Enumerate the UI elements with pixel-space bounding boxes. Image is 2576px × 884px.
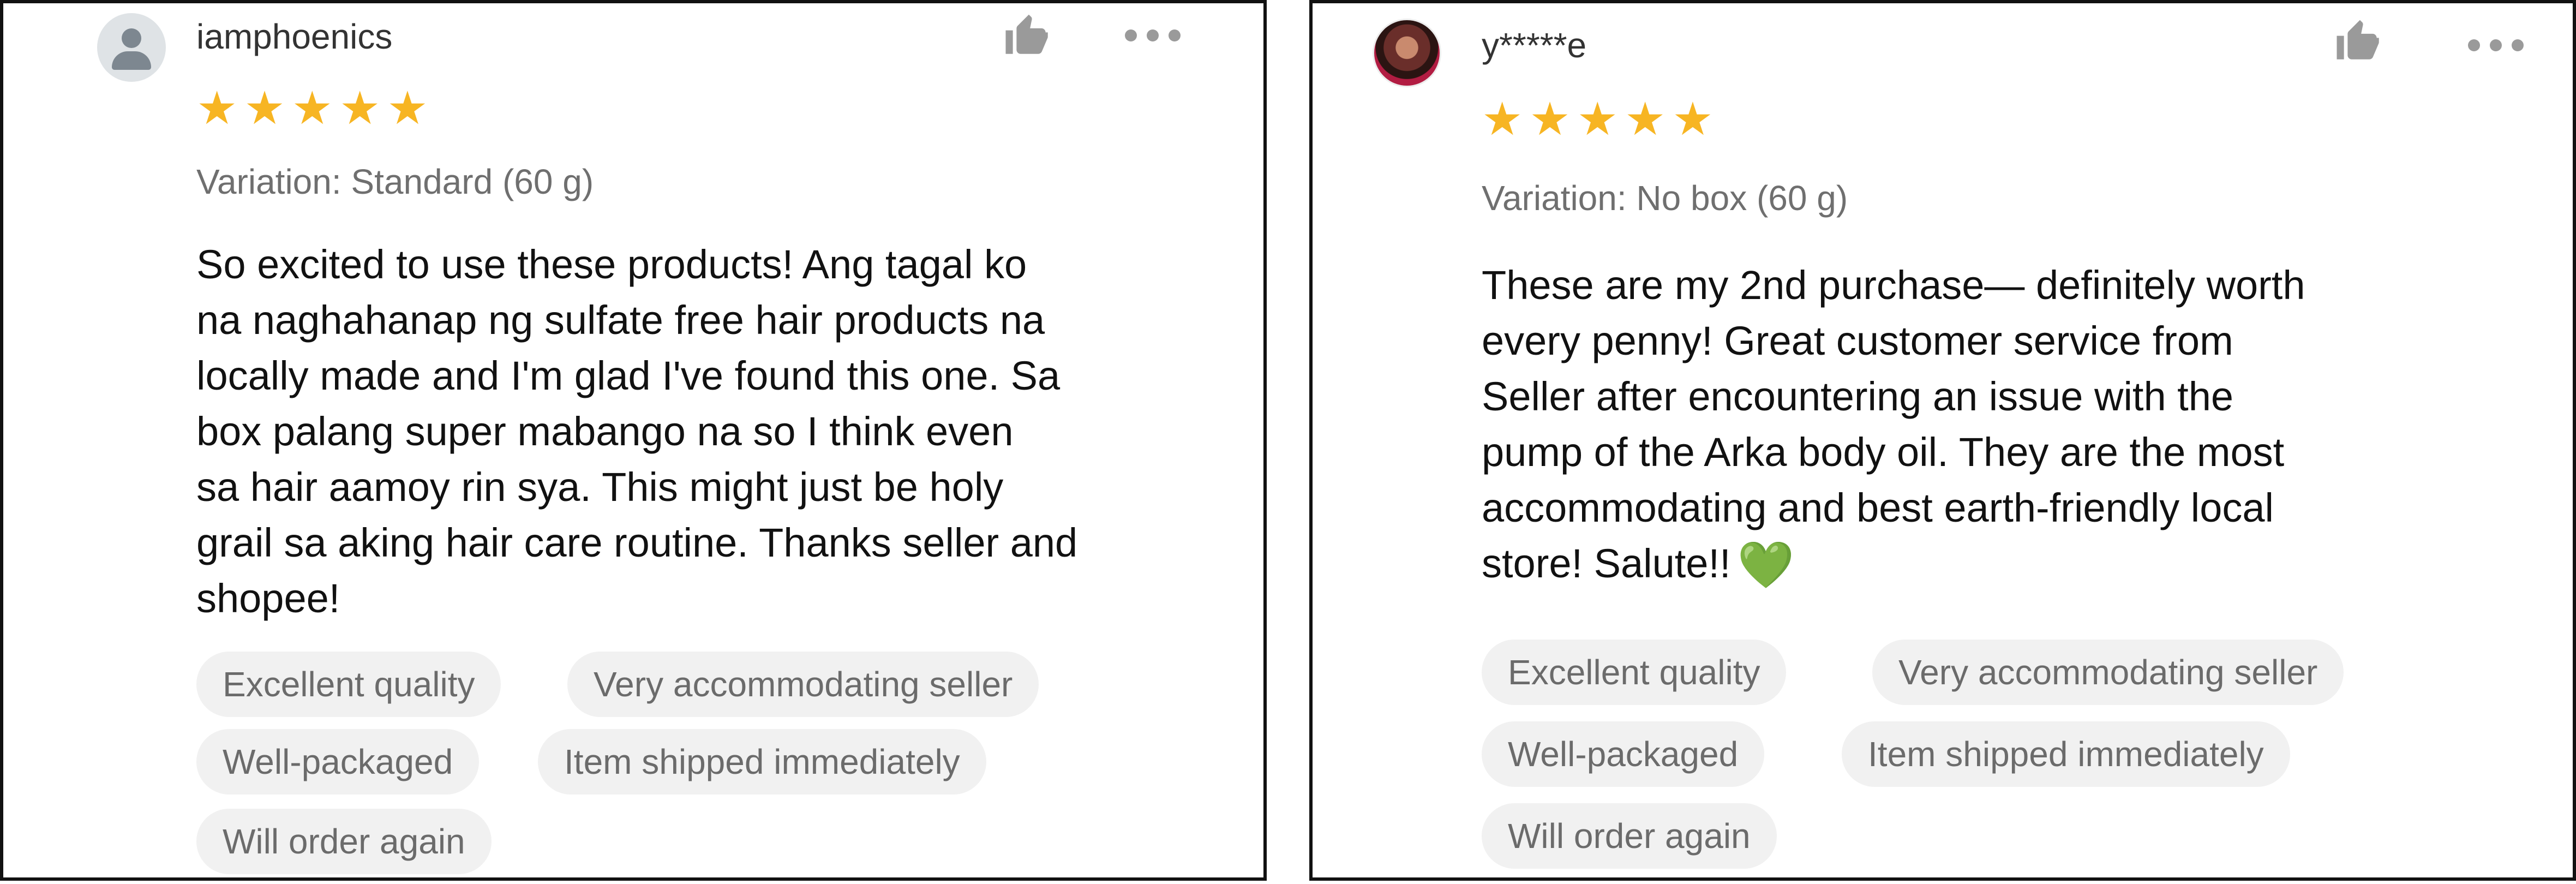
star-icon: ★ xyxy=(1672,93,1714,145)
thumbs-up-icon[interactable] xyxy=(2333,16,2382,65)
review-tag: Very accommodating seller xyxy=(567,652,1039,717)
variation-label: Variation: Standard (60 g) xyxy=(196,162,594,201)
star-icon: ★ xyxy=(1624,93,1666,145)
star-icon: ★ xyxy=(196,82,238,134)
review-tag: Excellent quality xyxy=(1482,640,1787,705)
review-tag: Will order again xyxy=(196,809,492,874)
green-heart-emoji: 💚 xyxy=(1737,539,1795,590)
star-icon: ★ xyxy=(291,82,333,134)
review-tag: Excellent quality xyxy=(196,652,501,717)
star-icon: ★ xyxy=(339,82,381,134)
review-tag: Well-packaged xyxy=(1482,721,1765,787)
review-text: So excited to use these products! Ang ta… xyxy=(196,242,1078,621)
star-icon: ★ xyxy=(1529,93,1571,145)
star-rating: ★ ★ ★ ★ ★ xyxy=(1482,96,1714,142)
star-icon: ★ xyxy=(387,82,428,134)
review-text-content: These are my 2nd purchase— definitely wo… xyxy=(1482,262,2305,586)
review-tag: Will order again xyxy=(1482,803,1777,869)
thumbs-up-icon[interactable] xyxy=(1002,11,1051,60)
review-tag: Item shipped immediately xyxy=(1842,721,2290,787)
star-rating: ★ ★ ★ ★ ★ xyxy=(196,85,428,131)
reviewer-username[interactable]: iamphoenics xyxy=(196,16,392,57)
reviewer-username[interactable]: y*****e xyxy=(1482,25,1586,65)
variation-label: Variation: No box (60 g) xyxy=(1482,178,1848,218)
more-options-icon[interactable] xyxy=(2468,37,2524,53)
review-card: iamphoenics ★ ★ ★ ★ ★ Variation: Standar… xyxy=(0,0,1267,881)
review-tag: Well-packaged xyxy=(196,729,480,795)
user-avatar[interactable] xyxy=(97,13,166,82)
star-icon: ★ xyxy=(1482,93,1523,145)
star-icon: ★ xyxy=(1577,93,1618,145)
more-options-icon[interactable] xyxy=(1125,27,1181,44)
user-avatar[interactable] xyxy=(1373,19,1441,87)
star-icon: ★ xyxy=(244,82,285,134)
review-card: y*****e ★ ★ ★ ★ ★ Variation: No box (60 … xyxy=(1309,0,2576,881)
review-tag: Very accommodating seller xyxy=(1872,640,2344,705)
review-tag: Item shipped immediately xyxy=(538,729,986,795)
review-text: These are my 2nd purchase— definitely wo… xyxy=(1482,258,2305,592)
